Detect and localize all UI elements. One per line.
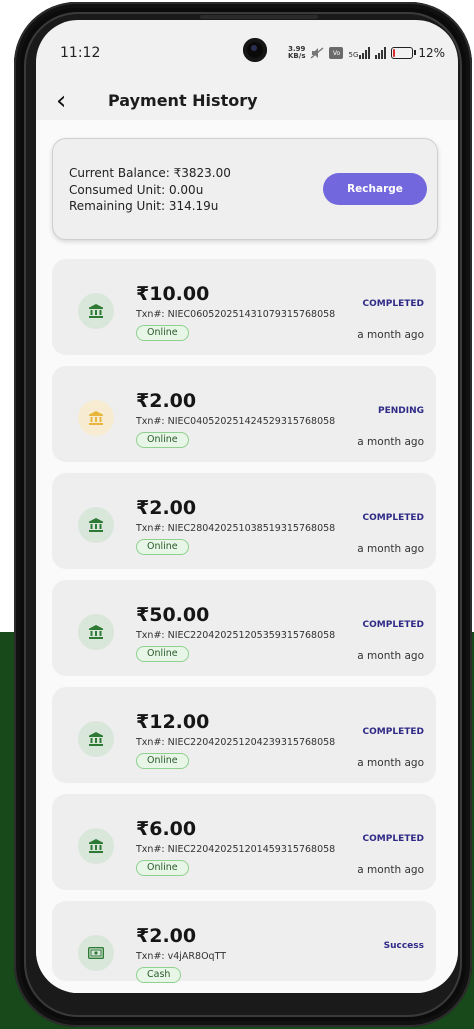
bank-icon bbox=[78, 721, 114, 757]
current-balance: Current Balance: ₹3823.00 bbox=[69, 166, 231, 180]
bank-icon bbox=[78, 293, 114, 329]
app-header: ‹ Payment History bbox=[36, 78, 458, 118]
transaction-id: Txn#: NIEC040520251424529315768058 bbox=[136, 416, 336, 427]
transaction-status: COMPLETED bbox=[362, 513, 424, 523]
transaction-status: COMPLETED bbox=[362, 834, 424, 844]
transaction-amount: ₹2.00 bbox=[136, 497, 197, 519]
content-area[interactable]: Current Balance: ₹3823.00 Consumed Unit:… bbox=[36, 120, 458, 993]
back-arrow-icon[interactable]: ‹ bbox=[56, 88, 66, 114]
transaction-card[interactable]: ₹2.00 Txn#: v4jAR8OqTT Cash Success bbox=[52, 901, 436, 983]
transaction-card[interactable]: ₹50.00 Txn#: NIEC220420251205359315768058… bbox=[52, 580, 436, 676]
transaction-status: Success bbox=[383, 941, 424, 951]
transaction-time: a month ago bbox=[357, 436, 424, 448]
status-time: 11:12 bbox=[60, 45, 101, 61]
transaction-time: a month ago bbox=[357, 329, 424, 341]
app-screen: 11:12 3.99 KB/s Vo 5G 12% ‹ Payment Hist… bbox=[36, 20, 458, 993]
volte-icon: Vo bbox=[329, 47, 344, 59]
bank-icon bbox=[78, 828, 114, 864]
battery-percent: 12% bbox=[418, 46, 446, 60]
transaction-amount: ₹12.00 bbox=[136, 711, 210, 733]
payment-method-badge: Online bbox=[136, 860, 189, 876]
transaction-card[interactable]: ₹2.00 Txn#: NIEC280420251038519315768058 O… bbox=[52, 473, 436, 569]
transaction-card[interactable]: ₹10.00 Txn#: NIEC060520251431079315768058… bbox=[52, 259, 436, 355]
earpiece bbox=[200, 15, 318, 19]
transaction-card[interactable]: ₹12.00 Txn#: NIEC220420251204239315768058… bbox=[52, 687, 436, 783]
transaction-id: Txn#: NIEC220420251204239315768058 bbox=[136, 737, 336, 748]
transaction-amount: ₹6.00 bbox=[136, 818, 197, 840]
transaction-id: Txn#: v4jAR8OqTT bbox=[136, 951, 227, 962]
page-title: Payment History bbox=[108, 91, 258, 110]
status-icons: 3.99 KB/s Vo 5G 12% bbox=[288, 44, 445, 62]
payment-method-badge: Online bbox=[136, 753, 189, 769]
transaction-time: a month ago bbox=[357, 543, 424, 555]
transaction-time: a month ago bbox=[357, 650, 424, 662]
bank-icon bbox=[78, 614, 114, 650]
transaction-card[interactable]: ₹2.00 Txn#: NIEC040520251424529315768058 O… bbox=[52, 366, 436, 462]
battery-icon bbox=[391, 47, 417, 59]
payment-method-badge: Online bbox=[136, 325, 189, 341]
payment-method-badge: Online bbox=[136, 646, 189, 662]
transaction-amount: ₹50.00 bbox=[136, 604, 210, 626]
payment-method-badge: Online bbox=[136, 432, 189, 448]
transaction-status: COMPLETED bbox=[362, 299, 424, 309]
transaction-id: Txn#: NIEC060520251431079315768058 bbox=[136, 309, 336, 320]
status-bar: 11:12 3.99 KB/s Vo 5G 12% bbox=[36, 20, 458, 76]
transaction-id: Txn#: NIEC220420251201459315768058 bbox=[136, 844, 336, 855]
transaction-status: COMPLETED bbox=[362, 727, 424, 737]
balance-card: Current Balance: ₹3823.00 Consumed Unit:… bbox=[52, 138, 438, 240]
mute-icon bbox=[311, 47, 324, 59]
cash-icon bbox=[78, 935, 114, 971]
transaction-time: a month ago bbox=[357, 864, 424, 876]
transaction-id: Txn#: NIEC280420251038519315768058 bbox=[136, 523, 336, 534]
transaction-status: COMPLETED bbox=[362, 620, 424, 630]
remaining-unit: Remaining Unit: 314.19u bbox=[69, 199, 219, 213]
bank-icon bbox=[78, 400, 114, 436]
transaction-amount: ₹2.00 bbox=[136, 925, 197, 947]
consumed-unit: Consumed Unit: 0.00u bbox=[69, 182, 204, 197]
signal-bars-icon-2 bbox=[375, 47, 387, 59]
balance-details: Current Balance: ₹3823.00 Consumed Unit:… bbox=[69, 165, 231, 215]
payment-method-badge: Cash bbox=[136, 967, 182, 983]
front-camera bbox=[243, 38, 267, 62]
recharge-button[interactable]: Recharge bbox=[323, 173, 427, 205]
transaction-status: PENDING bbox=[377, 406, 424, 416]
network-type-5g: 5G bbox=[348, 47, 371, 59]
transaction-card[interactable]: ₹6.00 Txn#: NIEC220420251201459315768058 O… bbox=[52, 794, 436, 890]
payment-method-badge: Online bbox=[136, 539, 189, 555]
bank-icon bbox=[78, 507, 114, 543]
signal-bars-icon bbox=[359, 47, 371, 59]
transaction-time: a month ago bbox=[357, 757, 424, 769]
transaction-id: Txn#: NIEC220420251205359315768058 bbox=[136, 630, 336, 641]
transaction-amount: ₹2.00 bbox=[136, 390, 197, 412]
network-speed: 3.99 KB/s bbox=[288, 45, 306, 60]
transaction-amount: ₹10.00 bbox=[136, 283, 210, 305]
